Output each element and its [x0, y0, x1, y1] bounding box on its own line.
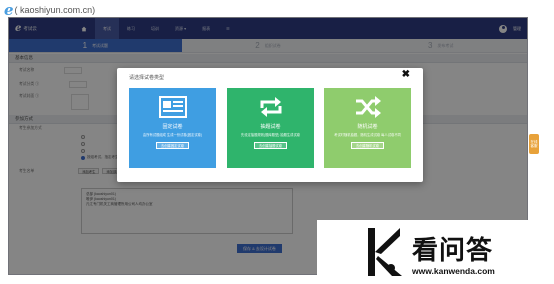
dialog-title: 请选择试卷类型 [129, 75, 165, 81]
select-paper-type-dialog: 请选择试卷类型 ✖ 固定试卷 由所有试题组成 生成一份试卷(固定试卷) 去创建固… [117, 68, 423, 182]
newspaper-icon [158, 96, 187, 118]
brand-logo-icon [368, 228, 402, 276]
create-random-paper-button[interactable]: 去创建随机试卷 [350, 141, 385, 149]
brand-url: www.kanwenda.com [412, 266, 495, 276]
card-description: 由所有试题组成 生成一份试卷(固定试卷) [142, 133, 203, 137]
refresh-arrows-icon [260, 97, 281, 117]
brand-watermark: 看问答 www.kanwenda.com [317, 220, 554, 284]
random-draw-paper-card[interactable]: 抽题试卷 先设定抽题规则(题库题型) 抽题生成试卷 去创建抽题试卷 [227, 88, 314, 168]
site-watermark: e ( kaoshiyun.com.cn) [4, 2, 95, 18]
brand-name: 看问答 [412, 236, 494, 266]
card-title: 抽题试卷 [260, 124, 281, 130]
card-description: 考试时随机抽题，随机生成试卷 每人试卷不同 [334, 133, 401, 137]
random-paper-card[interactable]: 随机试卷 考试时随机抽题，随机生成试卷 每人试卷不同 去创建随机试卷 [324, 88, 411, 168]
create-fixed-paper-button[interactable]: 去创建固定试卷 [155, 141, 190, 149]
watermark-text: ( kaoshiyun.com.cn) [14, 5, 96, 15]
fixed-paper-card[interactable]: 固定试卷 由所有试题组成 生成一份试卷(固定试卷) 去创建固定试卷 [129, 88, 216, 168]
watermark-logo-icon: e [4, 0, 14, 19]
shuffle-icon [355, 96, 381, 118]
card-description: 先设定抽题规则(题库题型) 抽题生成试卷 [240, 133, 301, 137]
create-draw-paper-button[interactable]: 去创建抽题试卷 [253, 141, 288, 149]
card-title: 固定试卷 [162, 124, 183, 130]
online-service-tab[interactable]: 在线客服 [529, 134, 539, 154]
card-title: 随机试卷 [357, 124, 378, 130]
close-icon[interactable]: ✖ [402, 70, 410, 80]
